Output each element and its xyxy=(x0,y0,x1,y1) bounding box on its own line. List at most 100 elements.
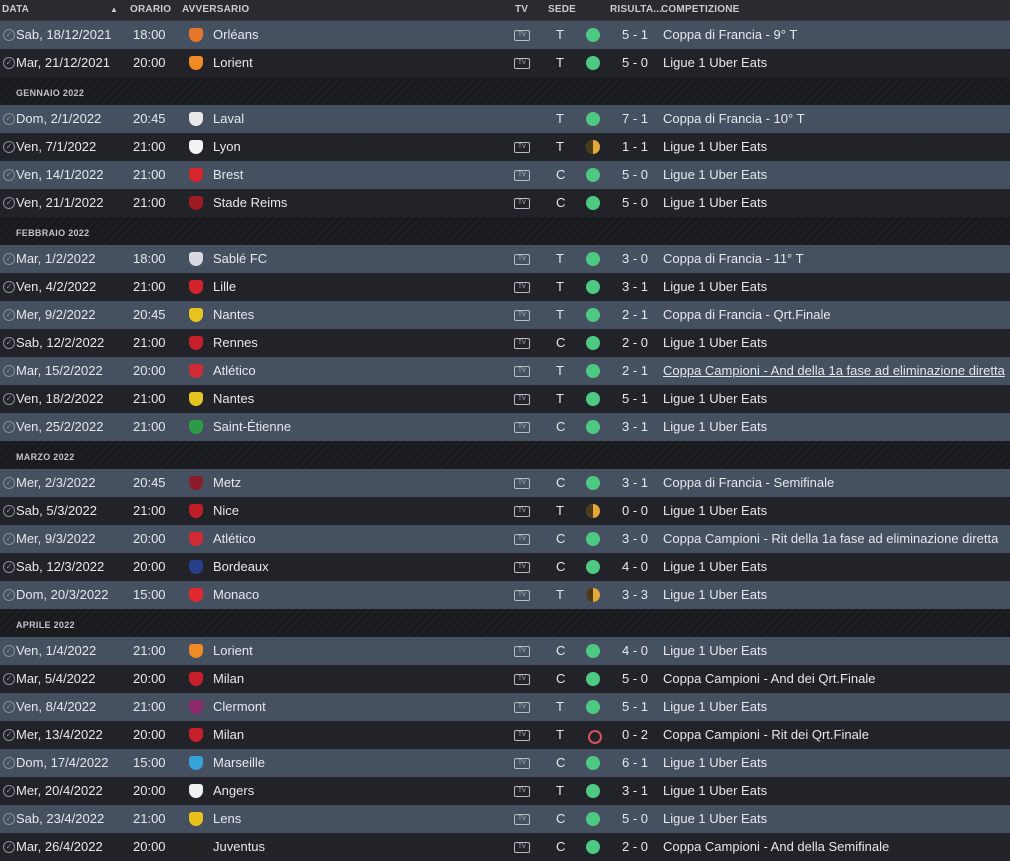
opponent-link[interactable]: Brest xyxy=(213,161,243,189)
match-score[interactable]: 3 - 0 xyxy=(622,525,648,553)
competition-link[interactable]: Ligue 1 Uber Eats xyxy=(663,637,767,665)
competition-link[interactable]: Ligue 1 Uber Eats xyxy=(663,189,767,217)
opponent-link[interactable]: Lorient xyxy=(213,49,253,77)
header-tv[interactable]: TV xyxy=(515,4,528,15)
match-score[interactable]: 3 - 1 xyxy=(622,469,648,497)
opponent-link[interactable]: Orléans xyxy=(213,21,259,49)
opponent-link[interactable]: Milan xyxy=(213,721,244,749)
match-score[interactable]: 6 - 1 xyxy=(622,749,648,777)
match-score[interactable]: 5 - 0 xyxy=(622,189,648,217)
table-row[interactable]: ✓ Mar, 26/4/2022 20:00 Juventus TV C 2 - 0 Copp… xyxy=(0,833,1010,861)
competition-link[interactable]: Ligue 1 Uber Eats xyxy=(663,553,767,581)
competition-link[interactable]: Ligue 1 Uber Eats xyxy=(663,777,767,805)
competition-link[interactable]: Coppa Campioni - Rit dei Qrt.Finale xyxy=(663,721,869,749)
header-date[interactable]: DATA xyxy=(2,4,29,15)
opponent-link[interactable]: Lens xyxy=(213,805,241,833)
table-row[interactable]: ✓ Mer, 20/4/2022 20:00 Angers TV T 3 - 1 Ligue … xyxy=(0,777,1010,805)
opponent-link[interactable]: Clermont xyxy=(213,693,266,721)
match-score[interactable]: 5 - 0 xyxy=(622,49,648,77)
match-score[interactable]: 2 - 0 xyxy=(622,833,648,861)
opponent-link[interactable]: Stade Reims xyxy=(213,189,287,217)
match-score[interactable]: 3 - 0 xyxy=(622,245,648,273)
table-row[interactable]: ✓ Mer, 9/3/2022 20:00 Atlético TV C 3 - 0 Coppa… xyxy=(0,525,1010,553)
competition-link[interactable]: Ligue 1 Uber Eats xyxy=(663,413,767,441)
match-score[interactable]: 5 - 0 xyxy=(622,161,648,189)
match-score[interactable]: 7 - 1 xyxy=(622,105,648,133)
competition-link[interactable]: Ligue 1 Uber Eats xyxy=(663,497,767,525)
opponent-link[interactable]: Bordeaux xyxy=(213,553,269,581)
table-row[interactable]: ✓ Ven, 21/1/2022 21:00 Stade Reims TV C 5 - 0 L… xyxy=(0,189,1010,217)
match-score[interactable]: 3 - 1 xyxy=(622,413,648,441)
opponent-link[interactable]: Juventus xyxy=(213,833,265,861)
table-row[interactable]: ✓ Sab, 5/3/2022 21:00 Nice TV T 0 - 0 Ligue 1 U… xyxy=(0,497,1010,525)
competition-link[interactable]: Ligue 1 Uber Eats xyxy=(663,581,767,609)
competition-link[interactable]: Ligue 1 Uber Eats xyxy=(663,749,767,777)
competition-link[interactable]: Coppa Campioni - And della Semifinale xyxy=(663,833,889,861)
header-result[interactable]: RISULTA... xyxy=(610,4,662,15)
table-row[interactable]: ✓ Sab, 12/2/2022 21:00 Rennes TV C 2 - 0 Ligue … xyxy=(0,329,1010,357)
header-competition[interactable]: COMPETIZIONE xyxy=(661,4,740,15)
match-score[interactable]: 4 - 0 xyxy=(622,553,648,581)
table-row[interactable]: ✓ Mer, 2/3/2022 20:45 Metz TV C 3 - 1 Coppa di … xyxy=(0,469,1010,497)
opponent-link[interactable]: Saint-Étienne xyxy=(213,413,291,441)
opponent-link[interactable]: Atlético xyxy=(213,357,256,385)
competition-link[interactable]: Ligue 1 Uber Eats xyxy=(663,273,767,301)
table-row[interactable]: ✓ Dom, 17/4/2022 15:00 Marseille TV C 6 - 1 Lig… xyxy=(0,749,1010,777)
competition-link[interactable]: Ligue 1 Uber Eats xyxy=(663,693,767,721)
match-score[interactable]: 1 - 1 xyxy=(622,133,648,161)
match-score[interactable]: 3 - 1 xyxy=(622,777,648,805)
match-score[interactable]: 5 - 0 xyxy=(622,805,648,833)
opponent-link[interactable]: Atlético xyxy=(213,525,256,553)
competition-link[interactable]: Coppa Campioni - And dei Qrt.Finale xyxy=(663,665,875,693)
opponent-link[interactable]: Rennes xyxy=(213,329,258,357)
opponent-link[interactable]: Lyon xyxy=(213,133,241,161)
table-row[interactable]: ✓ Mer, 13/4/2022 20:00 Milan TV T 0 - 2 Coppa C… xyxy=(0,721,1010,749)
competition-link[interactable]: Ligue 1 Uber Eats xyxy=(663,805,767,833)
table-row[interactable]: ✓ Ven, 4/2/2022 21:00 Lille TV T 3 - 1 Ligue 1 … xyxy=(0,273,1010,301)
table-row[interactable]: ✓ Ven, 14/1/2022 21:00 Brest TV C 5 - 0 Ligue 1… xyxy=(0,161,1010,189)
competition-link[interactable]: Coppa di Francia - 9° T xyxy=(663,21,797,49)
competition-link[interactable]: Ligue 1 Uber Eats xyxy=(663,133,767,161)
competition-link[interactable]: Coppa di Francia - 10° T xyxy=(663,105,805,133)
table-row[interactable]: ✓ Sab, 12/3/2022 20:00 Bordeaux TV C 4 - 0 Ligu… xyxy=(0,553,1010,581)
table-row[interactable]: ✓ Mar, 21/12/2021 20:00 Lorient TV T 5 - 0 Ligu… xyxy=(0,49,1010,77)
competition-link[interactable]: Ligue 1 Uber Eats xyxy=(663,329,767,357)
competition-link[interactable]: Coppa di Francia - 11° T xyxy=(663,245,804,273)
opponent-link[interactable]: Marseille xyxy=(213,749,265,777)
table-row[interactable]: ✓ Ven, 8/4/2022 21:00 Clermont TV T 5 - 1 Ligue… xyxy=(0,693,1010,721)
table-row[interactable]: ✓ Mar, 15/2/2022 20:00 Atlético TV T 2 - 1 Copp… xyxy=(0,357,1010,385)
table-row[interactable]: ✓ Mer, 9/2/2022 20:45 Nantes TV T 2 - 1 Coppa d… xyxy=(0,301,1010,329)
header-opponent[interactable]: AVVERSARIO xyxy=(182,4,249,15)
competition-link[interactable]: Coppa Campioni - And della 1a fase ad el… xyxy=(663,357,1005,385)
match-score[interactable]: 0 - 2 xyxy=(622,721,648,749)
match-score[interactable]: 2 - 1 xyxy=(622,301,648,329)
header-venue[interactable]: SEDE xyxy=(548,4,576,15)
opponent-link[interactable]: Milan xyxy=(213,665,244,693)
competition-link[interactable]: Coppa di Francia - Semifinale xyxy=(663,469,834,497)
competition-link[interactable]: Coppa Campioni - Rit della 1a fase ad el… xyxy=(663,525,998,553)
table-row[interactable]: ✓ Dom, 2/1/2022 20:45 Laval T 7 - 1 Coppa di F… xyxy=(0,105,1010,133)
opponent-link[interactable]: Nice xyxy=(213,497,239,525)
competition-link[interactable]: Coppa di Francia - Qrt.Finale xyxy=(663,301,831,329)
opponent-link[interactable]: Monaco xyxy=(213,581,259,609)
competition-link[interactable]: Ligue 1 Uber Eats xyxy=(663,385,767,413)
opponent-link[interactable]: Lorient xyxy=(213,637,253,665)
table-row[interactable]: ✓ Ven, 25/2/2022 21:00 Saint-Étienne TV C 3 - … xyxy=(0,413,1010,441)
opponent-link[interactable]: Sablé FC xyxy=(213,245,267,273)
match-score[interactable]: 5 - 0 xyxy=(622,665,648,693)
competition-link[interactable]: Ligue 1 Uber Eats xyxy=(663,161,767,189)
opponent-link[interactable]: Angers xyxy=(213,777,254,805)
match-score[interactable]: 3 - 3 xyxy=(622,581,648,609)
table-row[interactable]: ✓ Dom, 20/3/2022 15:00 Monaco TV T 3 - 3 Ligue … xyxy=(0,581,1010,609)
opponent-link[interactable]: Lille xyxy=(213,273,236,301)
match-score[interactable]: 2 - 0 xyxy=(622,329,648,357)
table-row[interactable]: ✓ Ven, 7/1/2022 21:00 Lyon TV T 1 - 1 Ligue 1 U… xyxy=(0,133,1010,161)
match-score[interactable]: 2 - 1 xyxy=(622,357,648,385)
opponent-link[interactable]: Laval xyxy=(213,105,244,133)
match-score[interactable]: 5 - 1 xyxy=(622,693,648,721)
opponent-link[interactable]: Nantes xyxy=(213,385,254,413)
table-row[interactable]: ✓ Sab, 18/12/2021 18:00 Orléans TV T 5 - 1 Copp… xyxy=(0,21,1010,49)
table-row[interactable]: ✓ Mar, 5/4/2022 20:00 Milan TV C 5 - 0 Coppa Ca… xyxy=(0,665,1010,693)
match-score[interactable]: 5 - 1 xyxy=(622,21,648,49)
table-row[interactable]: ✓ Ven, 1/4/2022 21:00 Lorient TV C 4 - 0 Ligue … xyxy=(0,637,1010,665)
